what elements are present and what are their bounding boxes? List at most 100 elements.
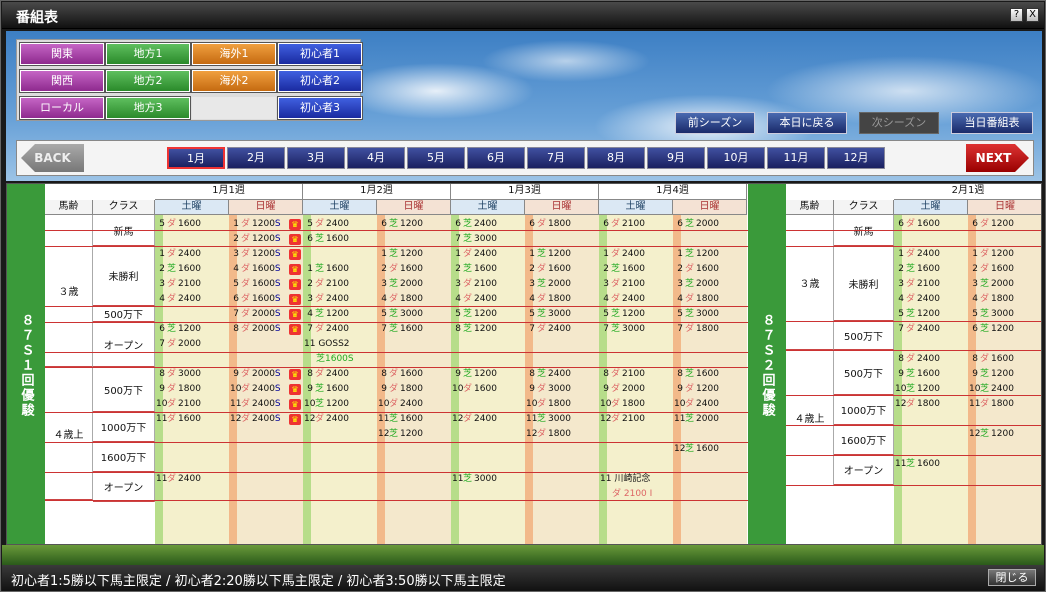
race-95[interactable]: 6 ダ 1200 bbox=[969, 217, 1014, 232]
race-8[interactable]: 6 ダ 1800 bbox=[526, 217, 571, 232]
race-72[interactable]: 10ダ 2400 bbox=[378, 397, 423, 412]
race-104[interactable]: 3 芝 2000 bbox=[969, 277, 1014, 292]
race-85[interactable]: 10ダ 1800 bbox=[600, 397, 645, 412]
race-kawasaki[interactable]: 11 川崎記念 bbox=[600, 472, 650, 487]
race-22[interactable]: 3 ダ 2400 bbox=[304, 292, 349, 307]
race-99[interactable]: 4 ダ 2400 bbox=[895, 292, 940, 307]
race-50[interactable]: 8 ダ 2000S bbox=[230, 322, 280, 337]
race-100[interactable]: 5 芝 1200 bbox=[895, 307, 940, 322]
category-海外2[interactable]: 海外2 bbox=[192, 70, 276, 92]
prev-season-button[interactable]: 前シーズン bbox=[675, 112, 755, 134]
race-83[interactable]: 8 ダ 2100 bbox=[600, 367, 645, 382]
help-button[interactable]: ? bbox=[1010, 8, 1023, 22]
race-25[interactable]: 2 ダ 1600 bbox=[378, 262, 423, 277]
race-32[interactable]: 4 ダ 2400 bbox=[452, 292, 497, 307]
race-117[interactable]: 11芝 1600 bbox=[895, 457, 940, 472]
race-61[interactable]: 11ダ 1600 bbox=[156, 412, 201, 427]
race-88[interactable]: 9 ダ 1200 bbox=[674, 382, 719, 397]
race-71[interactable]: 9 ダ 1800 bbox=[378, 382, 423, 397]
race-11[interactable]: 1 ダ 2400 bbox=[156, 247, 201, 262]
race-0[interactable]: 5 ダ 1600 bbox=[156, 217, 201, 232]
race-94[interactable]: 6 ダ 1600 bbox=[895, 217, 940, 232]
race-110[interactable]: 10芝 1200 bbox=[895, 382, 940, 397]
race-102[interactable]: 1 ダ 1200 bbox=[969, 247, 1014, 262]
race-19[interactable]: 7 ダ 2000S bbox=[230, 307, 280, 322]
month-button-6[interactable]: 6月 bbox=[467, 147, 525, 169]
race-14[interactable]: 4 ダ 2400 bbox=[156, 292, 201, 307]
race-74[interactable]: 12芝 1200 bbox=[378, 427, 423, 442]
category-関東[interactable]: 関東 bbox=[20, 43, 104, 65]
race-103[interactable]: 2 ダ 1600 bbox=[969, 262, 1014, 277]
month-button-5[interactable]: 5月 bbox=[407, 147, 465, 169]
race-77[interactable]: 12ダ 2400 bbox=[452, 412, 497, 427]
race-54[interactable]: 7 ダ 2400 bbox=[526, 322, 571, 337]
category-地方2[interactable]: 地方2 bbox=[106, 70, 190, 92]
race-65[interactable]: 12ダ 2400S bbox=[230, 412, 281, 427]
race-48[interactable]: 5 芝 3000 bbox=[674, 307, 719, 322]
race-39[interactable]: 1 ダ 2400 bbox=[600, 247, 645, 262]
category-海外1[interactable]: 海外1 bbox=[192, 43, 276, 65]
race-111[interactable]: 12ダ 1800 bbox=[895, 397, 940, 412]
race-30[interactable]: 2 芝 1600 bbox=[452, 262, 497, 277]
race-56[interactable]: 7 ダ 1800 bbox=[674, 322, 719, 337]
race-108[interactable]: 8 ダ 2400 bbox=[895, 352, 940, 367]
race-28[interactable]: 5 芝 3000 bbox=[378, 307, 423, 322]
race-93[interactable]: 11芝 3000 bbox=[452, 472, 497, 487]
race-96[interactable]: 1 ダ 2400 bbox=[895, 247, 940, 262]
month-button-10[interactable]: 10月 bbox=[707, 147, 765, 169]
race-101[interactable]: 7 ダ 2400 bbox=[895, 322, 940, 337]
race-6[interactable]: 6 芝 2400 bbox=[452, 217, 497, 232]
category-地方3[interactable]: 地方3 bbox=[106, 97, 190, 119]
race-59[interactable]: 9 ダ 1800 bbox=[156, 382, 201, 397]
race-98[interactable]: 3 ダ 2100 bbox=[895, 277, 940, 292]
next-button[interactable]: NEXT bbox=[966, 144, 1029, 172]
month-button-2[interactable]: 2月 bbox=[227, 147, 285, 169]
race-38[interactable]: 5 芝 3000 bbox=[526, 307, 571, 322]
race-47[interactable]: 4 ダ 1800 bbox=[674, 292, 719, 307]
race-105[interactable]: 4 ダ 1800 bbox=[969, 292, 1014, 307]
race-76[interactable]: 10ダ 1600 bbox=[452, 382, 497, 397]
race-66[interactable]: 8 ダ 2400 bbox=[304, 367, 349, 382]
race-42[interactable]: 4 ダ 2400 bbox=[600, 292, 645, 307]
race-86[interactable]: 12ダ 2100 bbox=[600, 412, 645, 427]
race-73[interactable]: 11芝 1600 bbox=[378, 412, 423, 427]
race-80[interactable]: 10ダ 1800 bbox=[526, 397, 571, 412]
category-関西[interactable]: 関西 bbox=[20, 70, 104, 92]
race-49[interactable]: 6 芝 1200 bbox=[156, 322, 201, 337]
month-button-8[interactable]: 8月 bbox=[587, 147, 645, 169]
race-57[interactable]: 7 ダ 2000 bbox=[156, 337, 201, 352]
month-button-1[interactable]: 1月 bbox=[167, 147, 225, 169]
race-46[interactable]: 3 芝 2000 bbox=[674, 277, 719, 292]
race-44[interactable]: 1 芝 1200 bbox=[674, 247, 719, 262]
race-12[interactable]: 2 芝 1600 bbox=[156, 262, 201, 277]
today-program-button[interactable]: 当日番組表 bbox=[951, 112, 1033, 134]
race-16[interactable]: 4 ダ 1600S bbox=[230, 262, 280, 277]
race-87[interactable]: 8 芝 1600 bbox=[674, 367, 719, 382]
month-button-4[interactable]: 4月 bbox=[347, 147, 405, 169]
race-52[interactable]: 7 芝 1600 bbox=[378, 322, 423, 337]
race-97[interactable]: 2 芝 1600 bbox=[895, 262, 940, 277]
race-81[interactable]: 11芝 3000 bbox=[526, 412, 571, 427]
race-26[interactable]: 3 芝 2000 bbox=[378, 277, 423, 292]
month-button-9[interactable]: 9月 bbox=[647, 147, 705, 169]
race-113[interactable]: 9 芝 1200 bbox=[969, 367, 1014, 382]
race-1[interactable]: 1 ダ 1200S bbox=[230, 217, 280, 232]
race-112[interactable]: 8 ダ 1600 bbox=[969, 352, 1014, 367]
race-67[interactable]: 9 芝 1600 bbox=[304, 382, 349, 397]
category-初心者3[interactable]: 初心者3 bbox=[278, 97, 362, 119]
race-58[interactable]: 8 ダ 3000 bbox=[156, 367, 201, 382]
race-106[interactable]: 5 芝 3000 bbox=[969, 307, 1014, 322]
race-23[interactable]: 4 芝 1200 bbox=[304, 307, 349, 322]
race-91[interactable]: 12芝 1600 bbox=[674, 442, 719, 457]
race-20[interactable]: 1 芝 1600 bbox=[304, 262, 349, 277]
race-107[interactable]: 6 芝 1200 bbox=[969, 322, 1014, 337]
race-35[interactable]: 2 ダ 1600 bbox=[526, 262, 571, 277]
window-close-button[interactable]: X bbox=[1026, 8, 1039, 22]
race-10[interactable]: 6 芝 2000 bbox=[674, 217, 719, 232]
month-button-12[interactable]: 12月 bbox=[827, 147, 885, 169]
race-84[interactable]: 9 ダ 2000 bbox=[600, 382, 645, 397]
race-90[interactable]: 11芝 2000 bbox=[674, 412, 719, 427]
race-62[interactable]: 9 ダ 2000S bbox=[230, 367, 280, 382]
month-button-3[interactable]: 3月 bbox=[287, 147, 345, 169]
race-79[interactable]: 9 ダ 3000 bbox=[526, 382, 571, 397]
